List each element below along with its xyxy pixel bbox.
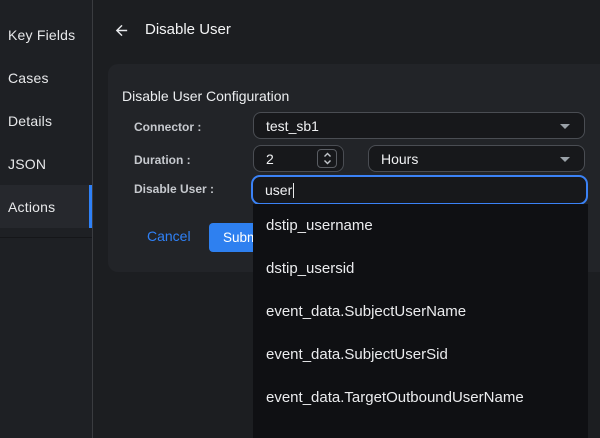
chevron-down-icon — [560, 157, 570, 162]
sidebar-item-details[interactable]: Details — [0, 99, 92, 142]
sidebar-list: Key FieldsCasesDetailsJSONActions — [0, 0, 92, 238]
connector-select[interactable]: test_sb1 — [253, 112, 585, 139]
stepper-up-down-icon — [323, 152, 332, 165]
duration-value: 2 — [254, 151, 274, 167]
disable-user-value: user — [253, 182, 292, 198]
connector-value: test_sb1 — [254, 118, 319, 134]
sidebar: Key FieldsCasesDetailsJSONActions — [0, 0, 93, 438]
back-button[interactable] — [111, 20, 131, 40]
sidebar-item-actions[interactable]: Actions — [0, 185, 92, 228]
connector-label: Connector : — [134, 120, 201, 134]
sidebar-item-cases[interactable]: Cases — [0, 56, 92, 99]
page-title: Disable User — [145, 21, 231, 38]
duration-stepper[interactable] — [317, 149, 337, 168]
arrow-left-icon — [113, 22, 130, 39]
duration-unit-value: Hours — [369, 151, 418, 167]
duration-unit-select[interactable]: Hours — [368, 145, 585, 172]
cancel-button[interactable]: Cancel — [147, 228, 191, 244]
autocomplete-option[interactable]: event_data.TargetOutboundUserName — [253, 376, 588, 419]
sidebar-item-key-fields[interactable]: Key Fields — [0, 13, 92, 56]
text-cursor — [293, 183, 294, 198]
autocomplete-dropdown: dstip_usernamedstip_usersidevent_data.Su… — [253, 204, 588, 438]
autocomplete-option[interactable]: event_data.SubjectUserSid — [253, 333, 588, 376]
chevron-down-icon — [560, 124, 570, 129]
sidebar-item-json[interactable]: JSON — [0, 142, 92, 185]
duration-label: Duration : — [134, 153, 191, 167]
duration-input[interactable]: 2 — [253, 145, 344, 172]
autocomplete-option[interactable]: dstip_username — [253, 204, 588, 247]
autocomplete-option[interactable]: dstip_usersid — [253, 247, 588, 290]
card-title: Disable User Configuration — [122, 88, 289, 104]
disable-user-label: Disable User : — [134, 182, 214, 196]
disable-user-input[interactable]: user — [252, 176, 587, 204]
autocomplete-list: dstip_usernamedstip_usersidevent_data.Su… — [253, 204, 588, 419]
autocomplete-option[interactable]: event_data.SubjectUserName — [253, 290, 588, 333]
